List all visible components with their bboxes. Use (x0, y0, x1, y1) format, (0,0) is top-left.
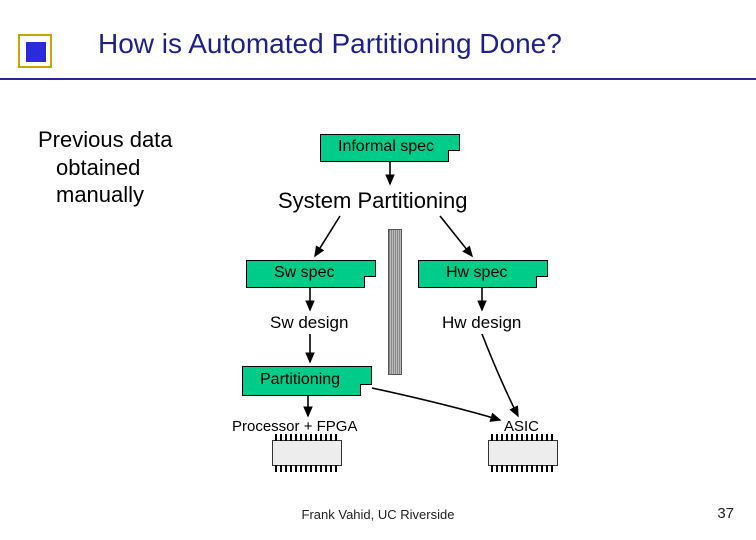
page-number: 37 (717, 505, 734, 522)
side-note-line3: manually (38, 181, 173, 209)
chip-icon-left (272, 440, 342, 466)
label-hw-design: Hw design (442, 313, 521, 333)
side-note-line1: Previous data (38, 126, 173, 154)
divider-bar (388, 229, 402, 375)
page-title: How is Automated Partitioning Done? (98, 28, 562, 60)
footer-credit: Frank Vahid, UC Riverside (0, 507, 756, 522)
label-processor-fpga: Processor + FPGA (232, 418, 357, 435)
side-note: Previous data obtained manually (38, 126, 173, 209)
label-system-partitioning: System Partitioning (278, 188, 468, 214)
label-sw-design: Sw design (270, 313, 348, 333)
partitioning-diagram: Informal spec System Partitioning Sw spe… (200, 120, 680, 480)
side-note-line2: obtained (38, 154, 173, 182)
label-partitioning: Partitioning (260, 371, 340, 389)
label-sw-spec: Sw spec (274, 264, 334, 282)
title-accent-icon (18, 34, 52, 68)
label-asic: ASIC (504, 418, 539, 435)
label-hw-spec: Hw spec (446, 264, 507, 282)
chip-icon-right (488, 440, 558, 466)
label-informal-spec: Informal spec (338, 138, 434, 156)
title-underline (0, 78, 756, 80)
